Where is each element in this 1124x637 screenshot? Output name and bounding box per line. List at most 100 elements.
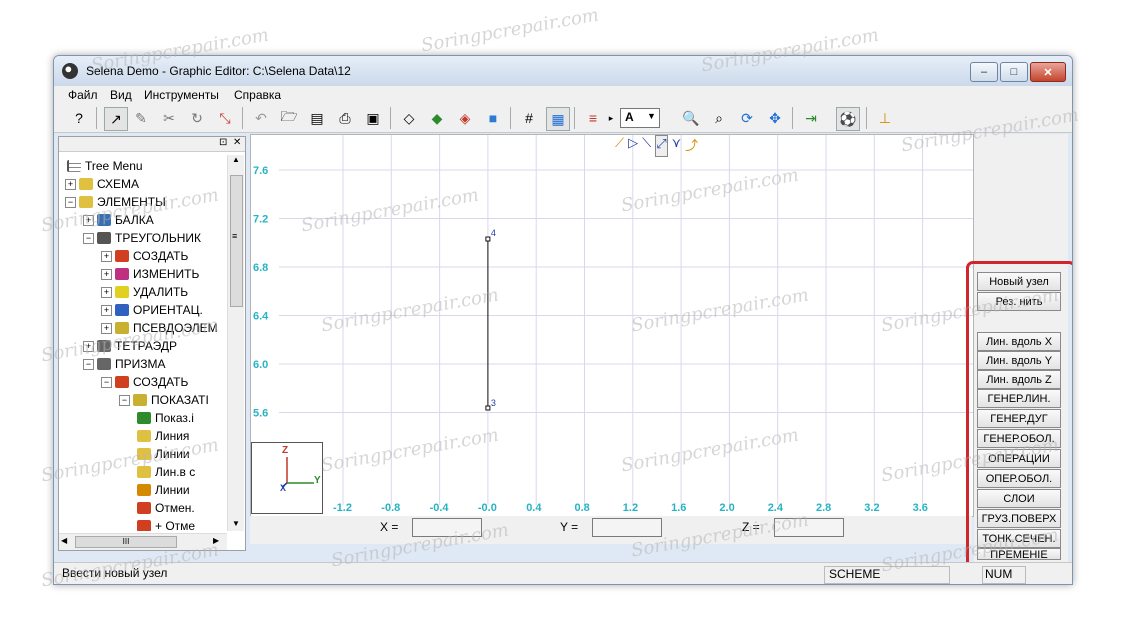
maximize-button[interactable]: □	[1000, 62, 1028, 82]
exit-icon[interactable]: ⇥	[800, 107, 822, 129]
close-icon[interactable]: ✕	[233, 137, 241, 148]
scroll-thumb[interactable]: ≡	[230, 175, 243, 307]
expand-toggle-icon[interactable]: +	[101, 304, 112, 316]
expand-toggle-icon[interactable]: −	[83, 358, 94, 370]
hscroll-thumb[interactable]: III	[75, 536, 177, 548]
menu-tools[interactable]: Инструменты	[144, 88, 219, 102]
tree-item-label: СОЗДАТЬ	[133, 249, 189, 263]
coord-z-input[interactable]	[774, 518, 844, 537]
tree-item[interactable]: Линии	[137, 481, 190, 499]
tree-item[interactable]: Лин.в с	[137, 463, 195, 481]
graphic-canvas[interactable]: 7.6 7.2 6.8 6.4 6.0 5.6 -1.2 -0.8 -0.4 -0.0 0.4 0.8…	[250, 134, 974, 517]
close-button[interactable]: ✕	[1030, 62, 1066, 82]
tree-root[interactable]: Tree Menu	[67, 157, 143, 175]
tree-item[interactable]: + БАЛКА	[83, 211, 154, 229]
expand-toggle-icon[interactable]: +	[65, 178, 76, 190]
open-icon[interactable]: 🗁	[278, 107, 300, 129]
undo-icon[interactable]: ↶	[250, 107, 272, 129]
view-z-icon[interactable]: ⤴	[685, 135, 698, 157]
draw-icon[interactable]: ✎	[130, 107, 152, 129]
tree-item[interactable]: Линия	[137, 427, 189, 445]
expand-toggle-icon[interactable]: −	[119, 394, 130, 406]
layers-icon[interactable]: ≡	[582, 107, 604, 129]
tree-item[interactable]: + ОРИЕНТАЦ.	[101, 301, 203, 319]
scroll-down-icon[interactable]: ▼	[228, 519, 244, 528]
scroll-up-icon[interactable]: ▲	[228, 155, 244, 164]
tree-item[interactable]: − ТРЕУГОЛЬНИК	[83, 229, 201, 247]
save-icon[interactable]: ▤	[306, 107, 328, 129]
toolbar-separator	[574, 107, 575, 129]
cube-red-icon[interactable]: ◈	[454, 107, 476, 129]
refresh-icon[interactable]: ⟳	[736, 107, 758, 129]
select-node-icon[interactable]: ↗	[104, 107, 128, 131]
expand-toggle-icon[interactable]: +	[83, 340, 94, 352]
play-icon[interactable]: ▸	[606, 107, 616, 129]
coord-y-input[interactable]	[592, 518, 662, 537]
menu-help[interactable]: Справка	[234, 88, 281, 102]
tree-item[interactable]: + СХЕМА	[65, 175, 139, 193]
tree-item[interactable]: + ПСЕВДОЭЛЕМ	[101, 319, 218, 337]
help-icon[interactable]: ?	[68, 107, 90, 129]
expand-toggle-icon[interactable]: +	[101, 286, 112, 298]
view-x-icon[interactable]: ▷	[628, 135, 638, 157]
coord-icon[interactable]: ⊥	[874, 107, 896, 129]
tree-horizontal-scrollbar[interactable]: ◀ III ▶	[59, 533, 227, 550]
grid-icon[interactable]: #	[518, 107, 540, 129]
x-tick-label: 0.8	[575, 502, 590, 514]
chevron-down-icon[interactable]: ▼	[647, 111, 656, 121]
menu-view[interactable]: Вид	[110, 88, 132, 102]
scroll-right-icon[interactable]: ▶	[213, 536, 219, 545]
tree-item[interactable]: − ПРИЗМА	[83, 355, 166, 373]
tree-item[interactable]: − СОЗДАТЬ	[101, 373, 188, 391]
tree-item[interactable]: + Отме	[137, 517, 195, 531]
print-icon[interactable]: ⎙	[334, 107, 356, 129]
tree-item[interactable]: + ТЕТРАЭДР	[83, 337, 177, 355]
cube-color-icon[interactable]: ■	[482, 107, 504, 129]
tree-item[interactable]: Линии	[137, 445, 190, 463]
coord-x-input[interactable]	[412, 518, 482, 537]
tree-item[interactable]: + ИЗМЕНИТЬ	[101, 265, 199, 283]
zoom-in-icon[interactable]: 🔍	[680, 107, 702, 129]
tree-item[interactable]: − ПОКАЗАТІ	[119, 391, 209, 409]
tree-item[interactable]: + УДАЛИТЬ	[101, 283, 188, 301]
toolbar: ? ↗ ✎ ✂ ↻ ⤡ ↶ 🗁 ▤ ⎙ ▣ ◇ ◆ ◈ ■ # ▦ ≡ ▸ A …	[54, 104, 1072, 133]
toolbar-separator	[390, 107, 391, 129]
rotate-icon[interactable]: ↻	[186, 107, 208, 129]
grid-fine-icon[interactable]: ▦	[546, 107, 570, 131]
view-icon[interactable]: ▣	[362, 107, 384, 129]
tree-item[interactable]: Показ.і	[137, 409, 194, 427]
dock-icon[interactable]: ⊡	[219, 137, 227, 148]
expand-toggle-icon[interactable]: +	[101, 268, 112, 280]
tree-item[interactable]: + СОЗДАТЬ	[101, 247, 188, 265]
x-tick-label: 0.4	[526, 502, 542, 514]
tree-item[interactable]: Отмен.	[137, 499, 195, 517]
menu-file[interactable]: Файл	[68, 88, 98, 102]
y-tick-label: 6.4	[253, 311, 269, 323]
pan-icon[interactable]: ✥	[764, 107, 786, 129]
scroll-left-icon[interactable]: ◀	[61, 536, 67, 545]
node-top	[485, 236, 491, 242]
canvas-svg[interactable]: 7.6 7.2 6.8 6.4 6.0 5.6 -1.2 -0.8 -0.4 -0.0 0.4 0.8…	[251, 135, 973, 516]
expand-toggle-icon[interactable]: −	[65, 196, 76, 208]
tree-vertical-scrollbar[interactable]: ▲ ≡ ▼	[227, 155, 244, 531]
expand-toggle-icon[interactable]: +	[101, 322, 112, 334]
font-combo[interactable]: A ▼	[620, 108, 660, 128]
axes-icon[interactable]: ⤡	[214, 107, 236, 129]
expand-toggle-icon[interactable]: −	[83, 232, 94, 244]
expand-toggle-icon[interactable]: +	[101, 250, 112, 262]
expand-toggle-icon[interactable]: +	[83, 214, 94, 226]
view-3d-icon[interactable]: ⤢	[655, 135, 668, 157]
cube-wire-icon[interactable]: ◇	[398, 107, 420, 129]
view-y-icon[interactable]: ⋎	[672, 135, 682, 157]
tree-item[interactable]: − ЭЛЕМЕНТЫ	[65, 193, 166, 211]
tree-node-icon	[97, 340, 111, 352]
tree-view: Tree Menu + СХЕМА − ЭЛЕМЕНТЫ + БАЛКА − ТРЕУГОЛЬ…	[59, 153, 227, 531]
ball-icon[interactable]: ⚽	[836, 107, 860, 131]
cube-shade-icon[interactable]: ◆	[426, 107, 448, 129]
zoom-window-icon[interactable]: ⌕	[708, 107, 730, 129]
view-zx-icon[interactable]: ⟍	[642, 135, 651, 157]
trim-icon[interactable]: ✂	[158, 107, 180, 129]
view-xz-icon[interactable]: ⟋	[615, 135, 624, 157]
minimize-button[interactable]: –	[970, 62, 998, 82]
expand-toggle-icon[interactable]: −	[101, 376, 112, 388]
